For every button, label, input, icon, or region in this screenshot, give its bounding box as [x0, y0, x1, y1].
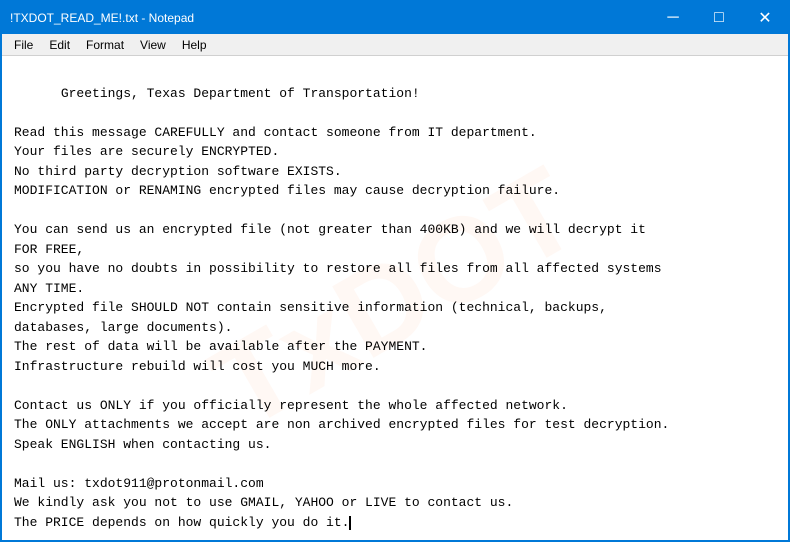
document-body: Greetings, Texas Department of Transport… [14, 86, 669, 530]
document-text[interactable]: Greetings, Texas Department of Transport… [14, 64, 776, 540]
menu-edit[interactable]: Edit [41, 36, 78, 54]
maximize-button[interactable]: □ [696, 2, 742, 34]
menu-bar: File Edit Format View Help [2, 34, 788, 56]
title-bar: !TXDOT_READ_ME!.txt - Notepad ─ □ ✕ [2, 2, 788, 34]
text-cursor [349, 516, 351, 530]
window-title: !TXDOT_READ_ME!.txt - Notepad [10, 11, 194, 25]
text-editor-area[interactable]: TxDOT Greetings, Texas Department of Tra… [2, 56, 788, 540]
window-controls: ─ □ ✕ [650, 2, 788, 34]
menu-format[interactable]: Format [78, 36, 132, 54]
minimize-button[interactable]: ─ [650, 2, 696, 34]
menu-help[interactable]: Help [174, 36, 215, 54]
notepad-window: !TXDOT_READ_ME!.txt - Notepad ─ □ ✕ File… [0, 0, 790, 542]
menu-file[interactable]: File [6, 36, 41, 54]
menu-view[interactable]: View [132, 36, 174, 54]
close-button[interactable]: ✕ [742, 2, 788, 34]
